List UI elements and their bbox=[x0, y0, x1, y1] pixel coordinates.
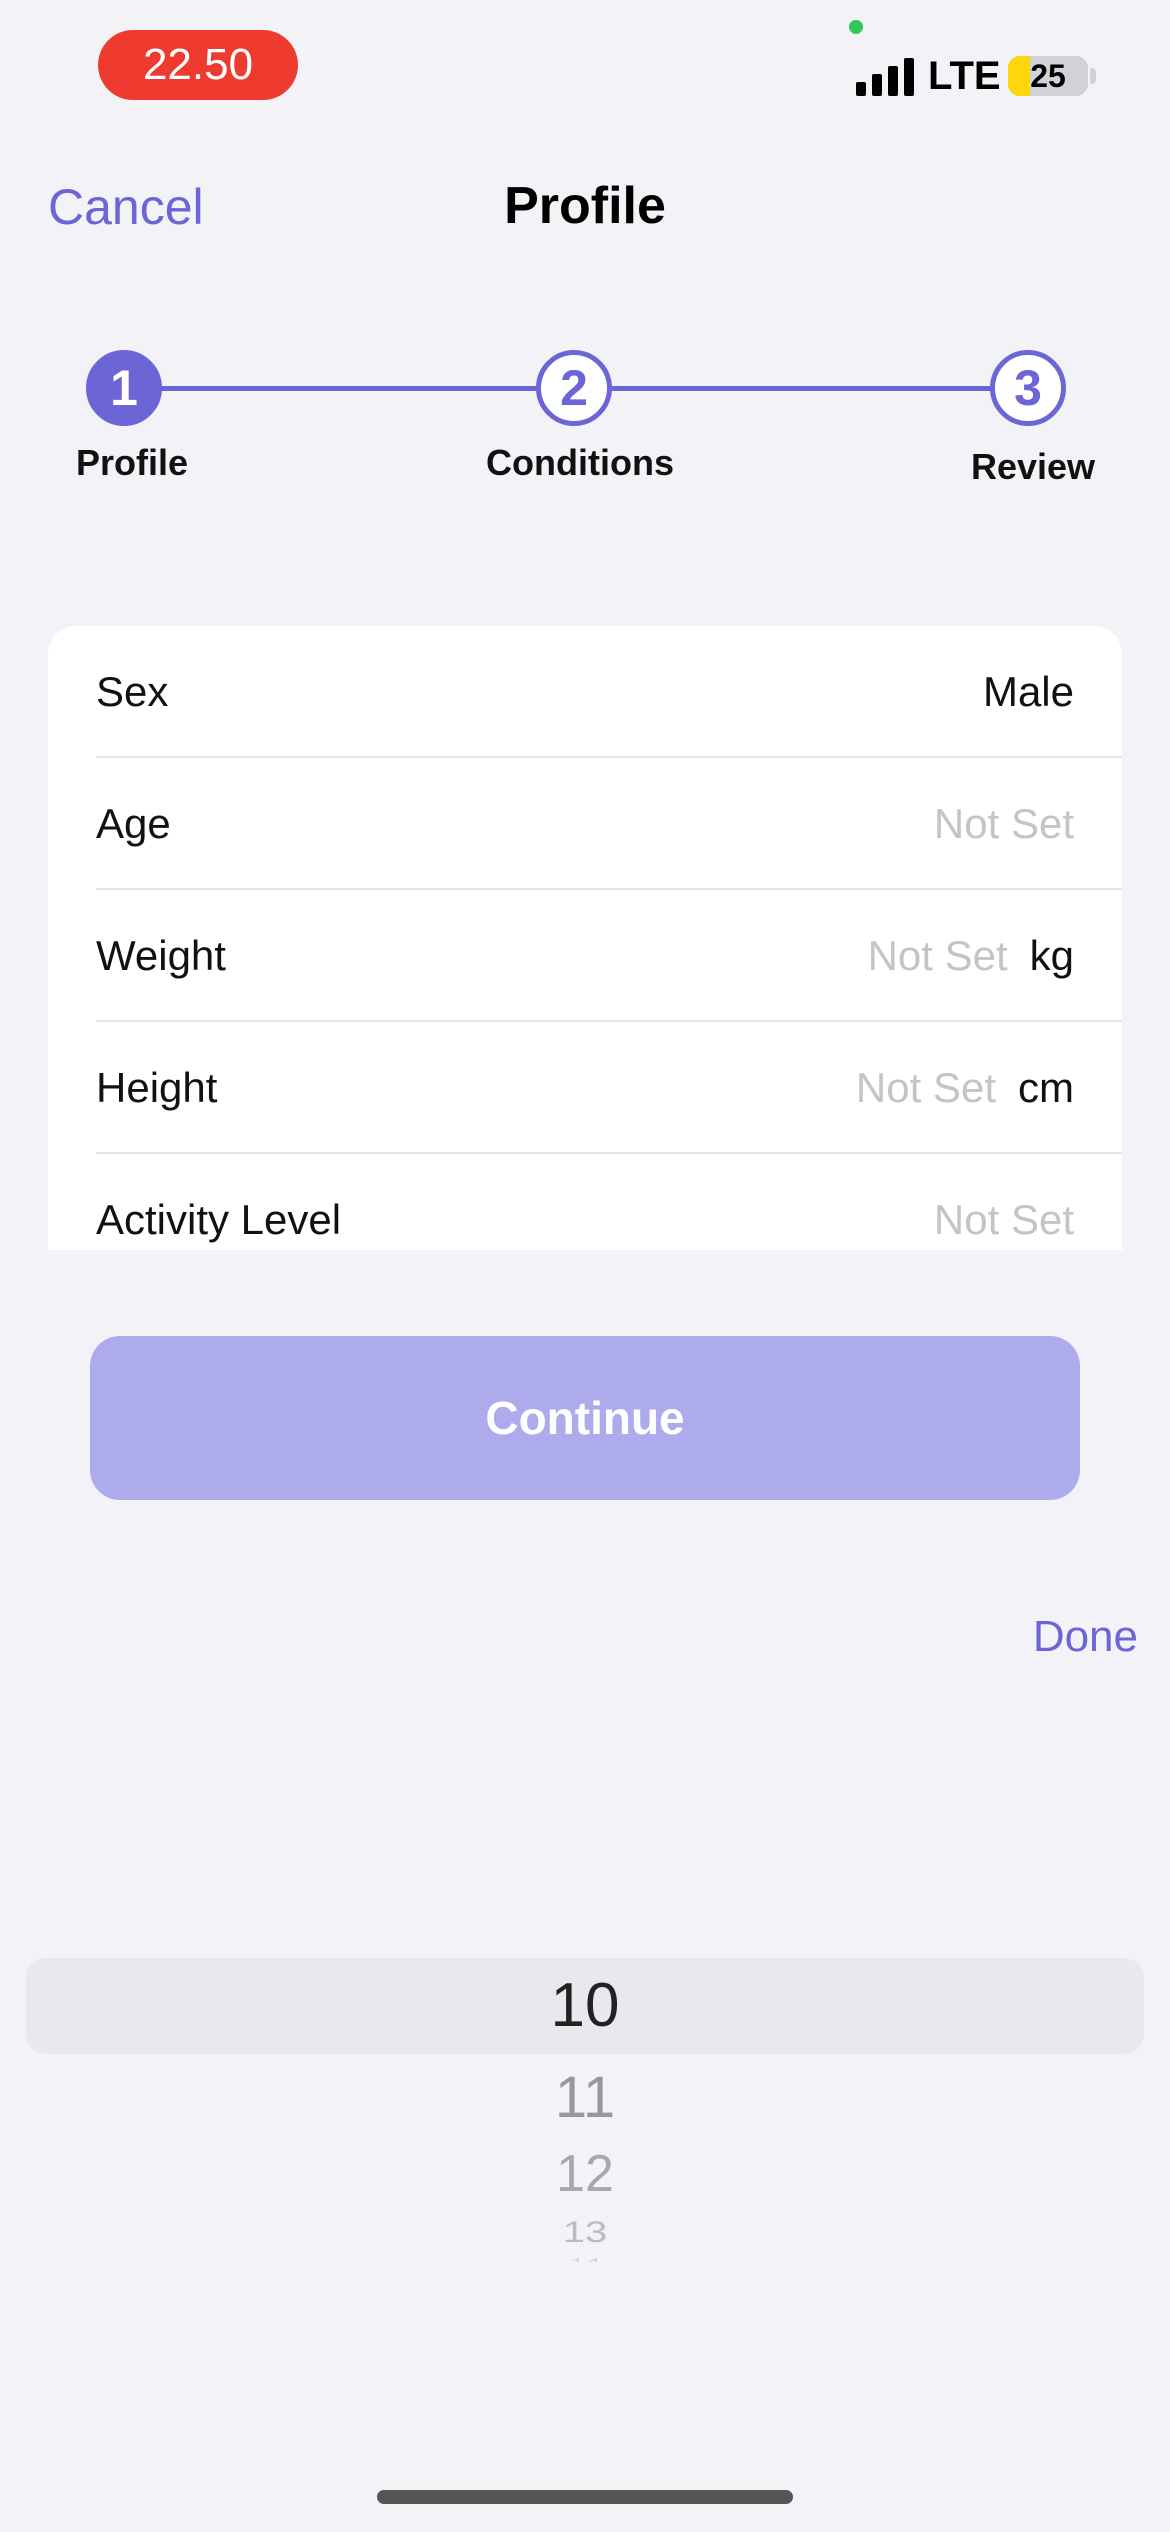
step-3-label: Review bbox=[970, 446, 1096, 487]
picker-item[interactable]: 11 bbox=[0, 2064, 1170, 2131]
sex-value-text: Male bbox=[982, 668, 1074, 715]
profile-form-card: Sex Male Age Not Set Weight Not Set kg H… bbox=[48, 626, 1122, 1250]
form-row-activity-level[interactable]: Activity Level Not Set bbox=[48, 1154, 1122, 1250]
profile-screen: 22.50 LTE 25 Cancel Profile 1 2 3 Profil… bbox=[0, 0, 1170, 2532]
signal-icon bbox=[856, 58, 914, 96]
battery-icon: 25 bbox=[1008, 56, 1088, 96]
age-value: Not Set bbox=[934, 800, 1074, 848]
picker-item[interactable]: 14 bbox=[0, 2256, 1170, 2262]
weight-value-text: Not Set bbox=[867, 932, 1008, 979]
step-1-label: Profile bbox=[75, 442, 189, 483]
step-3-circle: 3 bbox=[990, 350, 1066, 426]
status-time-pill[interactable]: 22.50 bbox=[98, 30, 298, 100]
age-label: Age bbox=[96, 800, 171, 847]
camera-indicator-dot bbox=[849, 20, 863, 34]
page-title: Profile bbox=[504, 177, 666, 235]
height-value: Not Set cm bbox=[856, 1064, 1074, 1112]
weight-label: Weight bbox=[96, 932, 226, 979]
step-1-circle: 1 bbox=[86, 350, 162, 426]
form-row-age[interactable]: Age Not Set bbox=[48, 758, 1122, 890]
form-row-height[interactable]: Height Not Set cm bbox=[48, 1022, 1122, 1154]
picker-item[interactable]: 13 bbox=[0, 2216, 1170, 2250]
form-row-sex[interactable]: Sex Male bbox=[48, 626, 1122, 758]
sex-value: Male bbox=[983, 668, 1074, 716]
battery-tip bbox=[1090, 68, 1096, 84]
step-connector-1 bbox=[160, 386, 540, 391]
age-value-text: Not Set bbox=[933, 800, 1074, 847]
height-unit: cm bbox=[1018, 1064, 1074, 1111]
form-row-weight[interactable]: Weight Not Set kg bbox=[48, 890, 1122, 1022]
step-2-label: Conditions bbox=[486, 442, 674, 483]
activity-level-label: Activity Level bbox=[96, 1196, 342, 1243]
battery-level: 25 bbox=[1030, 57, 1066, 94]
activity-level-value-text: Not Set bbox=[933, 1196, 1074, 1243]
step-2-circle: 2 bbox=[536, 350, 612, 426]
weight-value: Not Set kg bbox=[868, 932, 1074, 980]
picker-selected-value[interactable]: 10 bbox=[0, 1970, 1170, 2041]
height-label: Height bbox=[96, 1064, 218, 1111]
done-button[interactable]: Done bbox=[1033, 1612, 1138, 1662]
sex-label: Sex bbox=[96, 668, 169, 715]
home-indicator[interactable] bbox=[377, 2490, 793, 2504]
step-connector-2 bbox=[612, 386, 992, 391]
network-type: LTE bbox=[928, 54, 1001, 98]
picker-item[interactable]: 12 bbox=[0, 2144, 1170, 2204]
continue-button[interactable]: Continue bbox=[90, 1336, 1080, 1500]
activity-level-value: Not Set bbox=[934, 1196, 1074, 1244]
weight-unit: kg bbox=[1029, 932, 1074, 979]
height-value-text: Not Set bbox=[855, 1064, 996, 1111]
